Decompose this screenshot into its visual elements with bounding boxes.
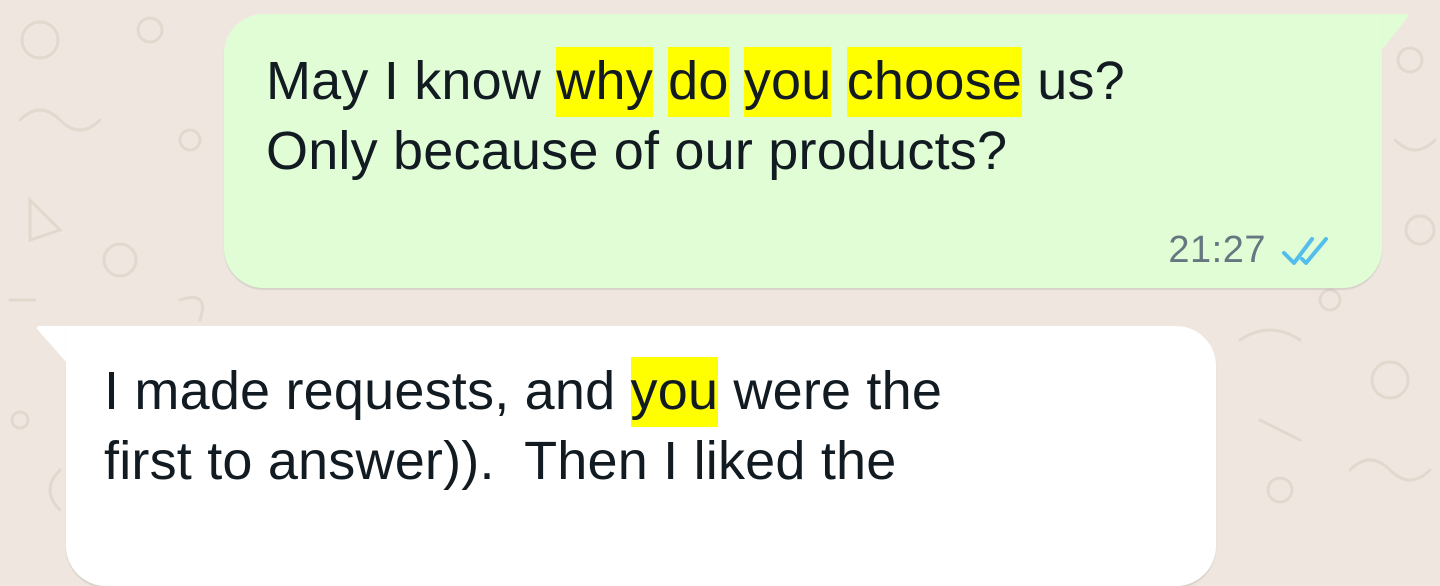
incoming-bubble-tail [36, 326, 68, 364]
message-text-line: first to answer)). Then I liked the [104, 431, 897, 491]
incoming-message-text: I made requests, and you were the first t… [104, 356, 942, 496]
message-timestamp: 21:27 [1168, 229, 1266, 271]
highlighted-word: you [743, 47, 832, 117]
message-text-segment [831, 51, 846, 111]
message-text-segment: were the [718, 361, 943, 421]
message-text-segment [729, 51, 744, 111]
incoming-message-bubble[interactable]: I made requests, and you were the first t… [66, 326, 1216, 586]
message-text-line: Only because of our products? [266, 121, 1008, 181]
double-check-read-icon [1282, 236, 1328, 265]
highlighted-word: do [668, 47, 729, 117]
message-text-segment: us? [1022, 51, 1125, 111]
highlighted-word: why [556, 47, 653, 117]
message-text-segment: I made requests, and [104, 361, 631, 421]
outgoing-bubble-tail [1380, 14, 1409, 52]
highlighted-word: choose [846, 47, 1023, 117]
outgoing-message-bubble[interactable]: May I know why do you choose us? Only bec… [224, 14, 1382, 288]
message-meta: 21:27 [1168, 229, 1338, 272]
message-text-segment [653, 51, 668, 111]
highlighted-word: you [630, 357, 719, 427]
message-text-segment: May I know [266, 51, 557, 111]
outgoing-message-text: May I know why do you choose us? Only bec… [266, 46, 1125, 186]
